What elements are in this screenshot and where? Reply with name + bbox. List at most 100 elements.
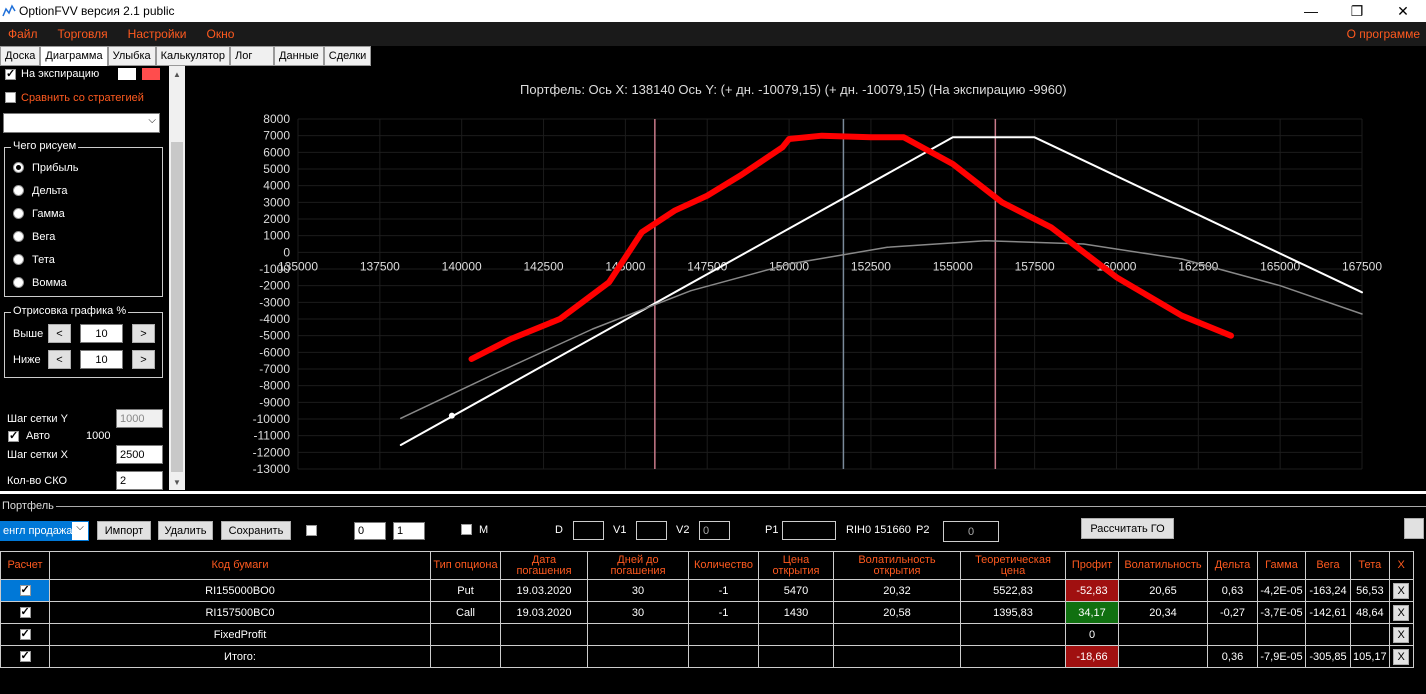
cell-date[interactable] — [500, 645, 588, 668]
tab-calculator[interactable]: Калькулятор — [155, 46, 231, 66]
cell-vol[interactable]: 20,34 — [1118, 601, 1208, 624]
cell-code[interactable]: RI157500BC0 — [49, 601, 431, 624]
above-dec-button[interactable]: < — [48, 324, 71, 343]
cell-type[interactable] — [430, 623, 501, 646]
cell-theo[interactable]: 5522,83 — [960, 579, 1066, 602]
calc-checkbox[interactable] — [19, 605, 31, 619]
p2-input[interactable]: 0 — [943, 521, 999, 542]
sko-input[interactable]: 2 — [116, 471, 163, 490]
cell-vol_open[interactable] — [833, 623, 961, 646]
menu-trading[interactable]: Торговля — [58, 27, 108, 41]
cell-days[interactable]: 30 — [587, 601, 689, 624]
cell-code[interactable]: RI155000BO0 — [49, 579, 431, 602]
cell-days[interactable] — [587, 645, 689, 668]
col-date[interactable]: Дата погашения — [500, 551, 588, 580]
cell-vol[interactable] — [1118, 623, 1208, 646]
radio-vomma[interactable] — [13, 277, 24, 288]
close-button[interactable]: ✕ — [1380, 0, 1426, 22]
cell-date[interactable] — [500, 623, 588, 646]
cell-vol_open[interactable]: 20,58 — [833, 601, 961, 624]
col-theta[interactable]: Тета — [1350, 551, 1390, 580]
grid-y-input[interactable]: 1000 — [116, 409, 163, 428]
tab-log[interactable]: Лог — [230, 46, 275, 66]
color-swatch-red[interactable] — [142, 68, 160, 80]
spin1-input[interactable]: 0 — [354, 522, 386, 540]
color-swatch-white[interactable] — [118, 68, 136, 80]
extra-button[interactable] — [1404, 518, 1424, 539]
cell-gamma[interactable]: -7,9E-05 — [1257, 645, 1306, 668]
menu-about[interactable]: О программе — [1347, 27, 1420, 41]
cell-date[interactable]: 19.03.2020 — [500, 579, 588, 602]
radio-theta[interactable] — [13, 254, 24, 265]
cell-code[interactable]: Итого: — [49, 645, 431, 668]
col-type[interactable]: Тип опциона — [430, 551, 501, 580]
cell-date[interactable]: 19.03.2020 — [500, 601, 588, 624]
cell-vol_open[interactable]: 20,32 — [833, 579, 961, 602]
scroll-thumb[interactable] — [171, 142, 183, 472]
below-dec-button[interactable]: < — [48, 350, 71, 369]
cell-vega[interactable]: -305,85 — [1305, 645, 1351, 668]
left-scrollbar[interactable]: ▲ ▼ — [169, 66, 185, 490]
calc-checkbox-cell[interactable] — [0, 623, 50, 646]
cell-delta[interactable]: 0,63 — [1207, 579, 1258, 602]
cell-vega[interactable]: -163,24 — [1305, 579, 1351, 602]
cell-days[interactable]: 30 — [587, 579, 689, 602]
p1-input[interactable] — [782, 521, 836, 540]
restore-button[interactable]: ❐ — [1334, 0, 1380, 22]
col-vol[interactable]: Волатильность — [1118, 551, 1208, 580]
cell-price[interactable]: 5470 — [758, 579, 834, 602]
above-inc-button[interactable]: > — [132, 324, 155, 343]
col-vega[interactable]: Вега — [1305, 551, 1351, 580]
radio-gamma[interactable] — [13, 208, 24, 219]
remove-row-button[interactable]: X — [1393, 604, 1410, 621]
calc-checkbox-cell[interactable] — [0, 601, 50, 624]
auto-checkbox[interactable] — [8, 429, 19, 442]
radio-profit[interactable] — [13, 162, 24, 173]
cell-theta[interactable]: 105,17 — [1350, 645, 1390, 668]
portfolio-checkbox[interactable] — [306, 525, 317, 536]
strategy-combo[interactable]: енгл продажа ⌵ — [0, 521, 89, 541]
tab-data[interactable]: Данные — [274, 46, 324, 66]
cell-theta[interactable]: 48,64 — [1350, 601, 1390, 624]
cell-qty[interactable]: -1 — [688, 601, 759, 624]
compare-checkbox[interactable] — [5, 92, 16, 103]
cell-profit[interactable]: -52,83 — [1065, 579, 1119, 602]
col-theo[interactable]: Теоретическая цена — [960, 551, 1066, 580]
cell-type[interactable]: Put — [430, 579, 501, 602]
calc-checkbox-cell[interactable] — [0, 579, 50, 602]
col-gamma[interactable]: Гамма — [1257, 551, 1306, 580]
cell-delta[interactable]: 0,36 — [1207, 645, 1258, 668]
cell-vol[interactable] — [1118, 645, 1208, 668]
menu-window[interactable]: Окно — [207, 27, 235, 41]
cell-price[interactable] — [758, 645, 834, 668]
cell-price[interactable] — [758, 623, 834, 646]
section-divider[interactable] — [0, 491, 1426, 494]
cell-qty[interactable] — [688, 645, 759, 668]
cell-theo[interactable] — [960, 645, 1066, 668]
tab-smile[interactable]: Улыбка — [107, 46, 156, 66]
tab-board[interactable]: Доска — [0, 46, 41, 66]
cell-code[interactable]: FixedProfit — [49, 623, 431, 646]
calc-checkbox[interactable] — [19, 627, 31, 641]
menu-file[interactable]: Файл — [8, 27, 38, 41]
cell-delta[interactable]: -0,27 — [1207, 601, 1258, 624]
calc-checkbox[interactable] — [19, 649, 31, 663]
col-delta[interactable]: Дельта — [1207, 551, 1258, 580]
remove-row-button[interactable]: X — [1393, 626, 1410, 643]
menu-settings[interactable]: Настройки — [128, 27, 187, 41]
m-checkbox[interactable] — [461, 524, 472, 535]
below-input[interactable]: 10 — [80, 350, 123, 369]
cell-vol_open[interactable] — [833, 645, 961, 668]
v1-input[interactable] — [636, 521, 667, 540]
tab-diagram[interactable]: Диаграмма — [40, 46, 108, 67]
col-qty[interactable]: Количество — [688, 551, 759, 580]
cell-theta[interactable] — [1350, 623, 1390, 646]
minimize-button[interactable]: — — [1288, 0, 1334, 22]
cell-profit[interactable]: 0 — [1065, 623, 1119, 646]
col-vol-open[interactable]: Волатильность открытия — [833, 551, 961, 580]
below-inc-button[interactable]: > — [132, 350, 155, 369]
cell-gamma[interactable]: -4,2E-05 — [1257, 579, 1306, 602]
cell-vol[interactable]: 20,65 — [1118, 579, 1208, 602]
cell-profit[interactable]: 34,17 — [1065, 601, 1119, 624]
cell-profit[interactable]: -18,66 — [1065, 645, 1119, 668]
